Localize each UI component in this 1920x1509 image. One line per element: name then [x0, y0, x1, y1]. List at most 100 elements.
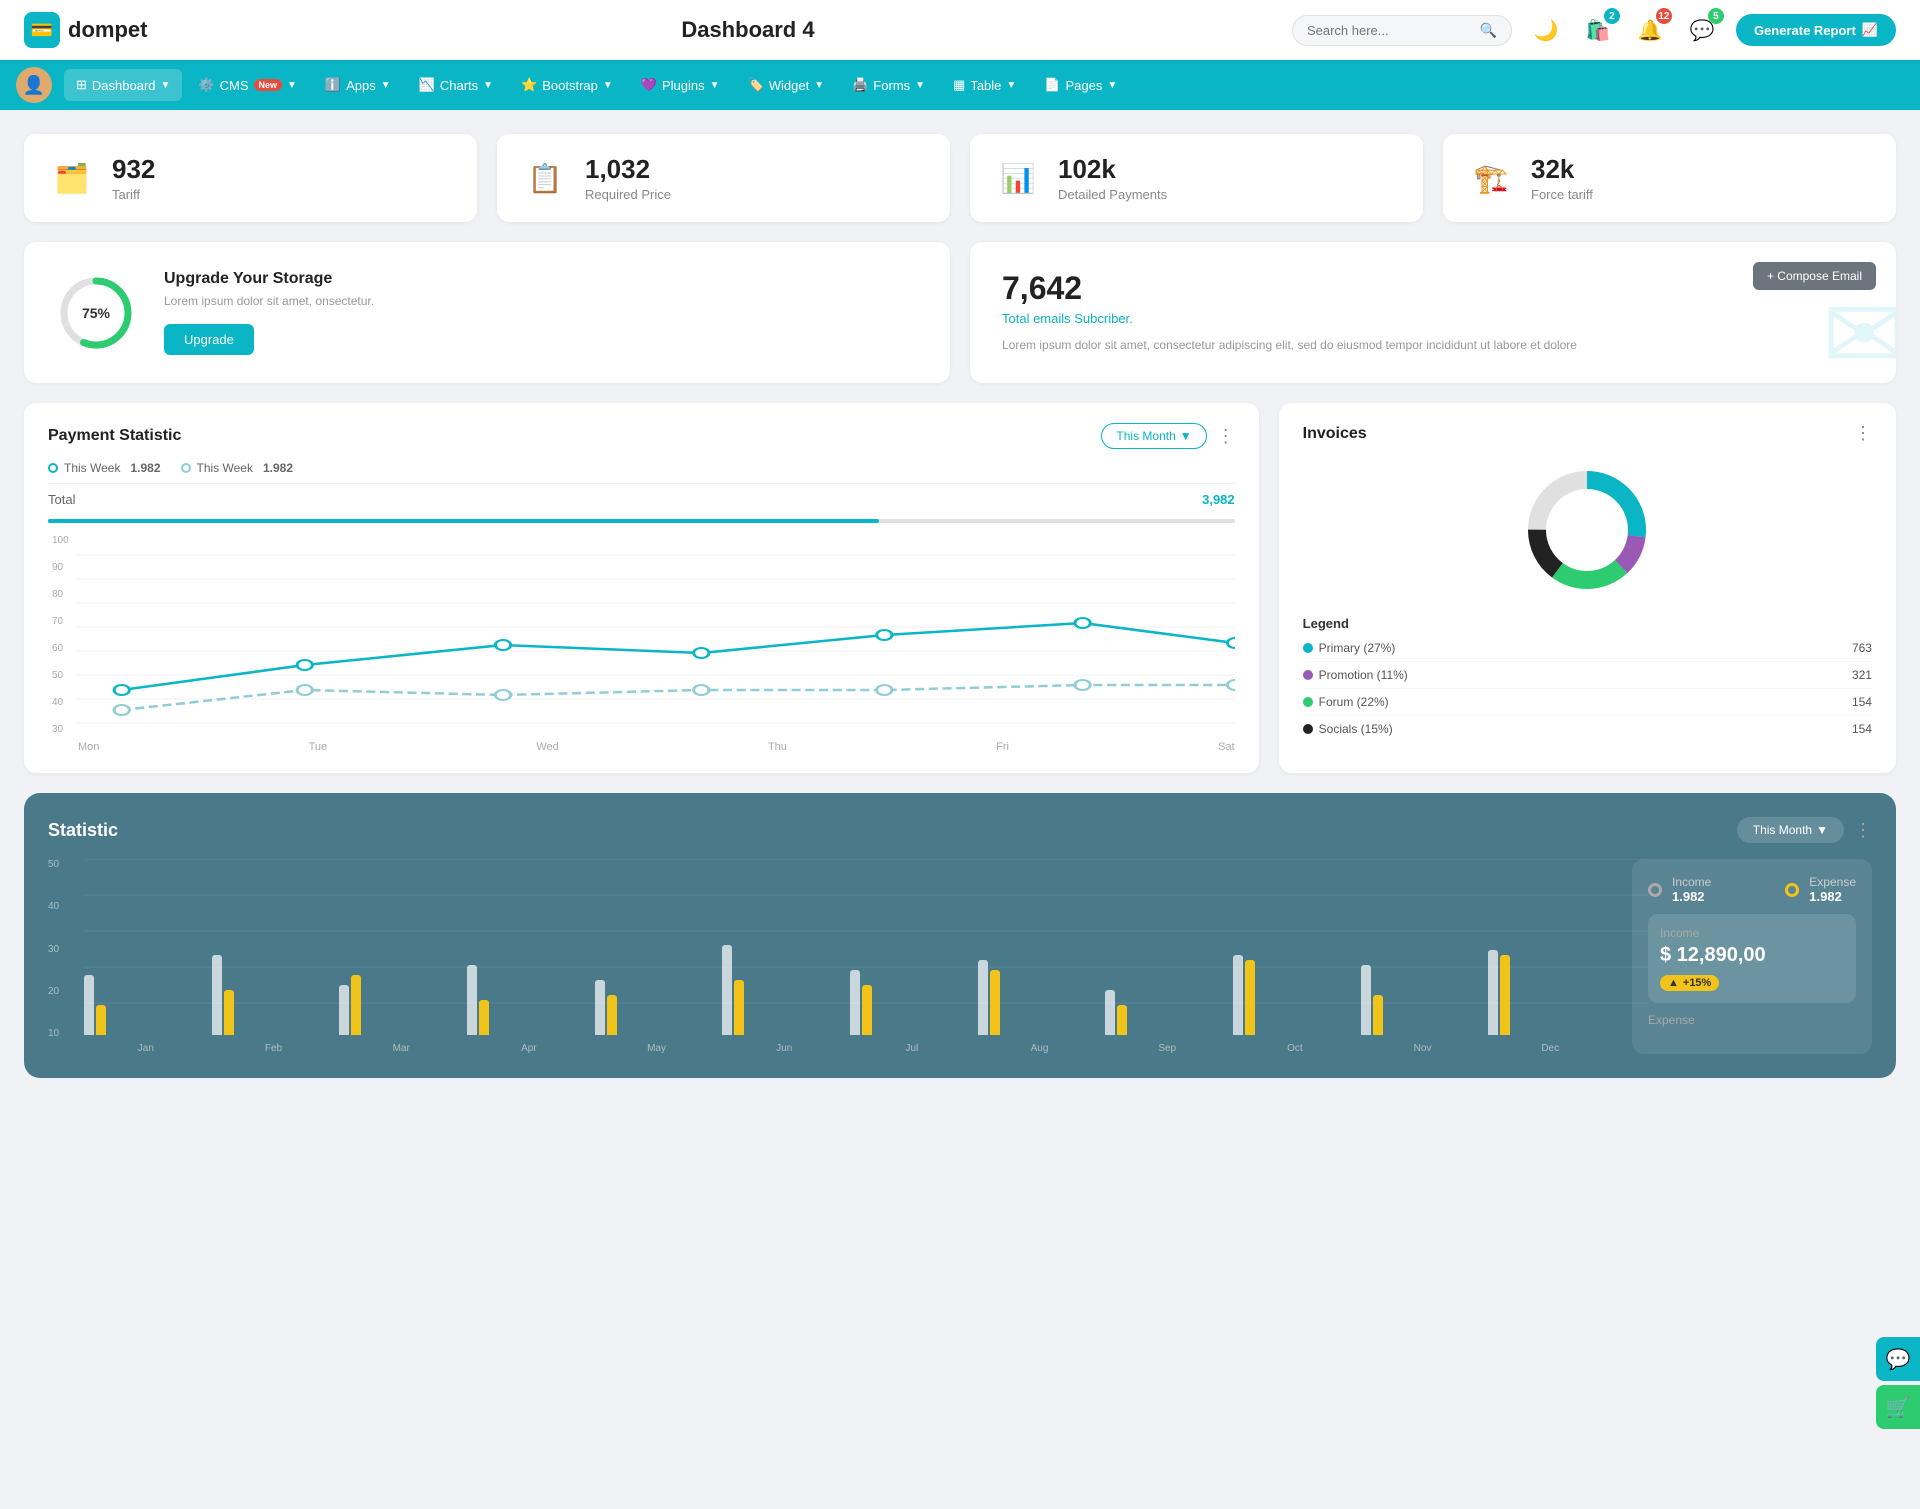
bar-group-6: [722, 945, 846, 1035]
email-count: 7,642: [1002, 270, 1864, 307]
income-change-badge: ▲ +15%: [1660, 975, 1719, 991]
bell-badge: 12: [1656, 8, 1672, 24]
charts-icon: 📉: [419, 77, 435, 93]
bar-group-12: [1488, 950, 1612, 1035]
chat-badge: 5: [1708, 8, 1724, 24]
chevron-down-icon: ▼: [161, 80, 171, 91]
total-row: Total 3,982: [48, 483, 1235, 515]
forum-color-dot: [1303, 697, 1313, 707]
compose-email-button[interactable]: + Compose Email: [1753, 262, 1876, 290]
detailed-payments-label: Detailed Payments: [1058, 187, 1167, 202]
bar-group-1: [84, 975, 208, 1035]
payment-chart-title: Payment Statistic: [48, 427, 181, 445]
sidebar-item-charts[interactable]: 📉 Charts ▼: [407, 69, 505, 101]
line-chart-svg: [76, 535, 1235, 735]
upgrade-button[interactable]: Upgrade: [164, 324, 254, 355]
sidebar-item-apps[interactable]: ℹ️ Apps ▼: [313, 69, 403, 101]
email-card: + Compose Email 7,642 Total emails Subcr…: [970, 242, 1896, 383]
required-price-value: 1,032: [585, 154, 671, 185]
invoices-header: Invoices ⋮: [1303, 423, 1872, 444]
storage-description: Lorem ipsum dolor sit amet, onsectetur.: [164, 294, 374, 308]
support-green-button[interactable]: 🛒: [1876, 1385, 1920, 1429]
sidebar-item-forms[interactable]: 🖨️ Forms ▼: [840, 69, 937, 101]
sidebar-item-plugins[interactable]: 💜 Plugins ▼: [629, 69, 732, 101]
bar-white: [722, 945, 732, 1035]
bar-group-7: [850, 970, 974, 1035]
chevron-down-icon: ▼: [710, 80, 720, 91]
this-month-filter-button[interactable]: This Month ▼: [1101, 423, 1206, 449]
statistic-controls: This Month ▼ ⋮: [1737, 817, 1872, 843]
sidebar-item-cms[interactable]: ⚙️ CMS New ▼: [186, 69, 309, 101]
legend-row-primary: Primary (27%) 763: [1303, 635, 1872, 662]
cart-btn[interactable]: 🛍️ 2: [1580, 12, 1616, 48]
invoices-more-icon[interactable]: ⋮: [1854, 423, 1872, 444]
stat-card-required-price: 📋 1,032 Required Price: [497, 134, 950, 222]
chevron-down-icon: ▼: [483, 80, 493, 91]
bar-yellow: [479, 1000, 489, 1035]
navbar: 👤 ⊞ Dashboard ▼ ⚙️ CMS New ▼ ℹ️ Apps ▼ 📉…: [0, 60, 1920, 110]
chevron-down-icon: ▼: [915, 80, 925, 91]
bar-white: [595, 980, 605, 1035]
dark-mode-btn[interactable]: 🌙: [1528, 12, 1564, 48]
statistic-month-filter-button[interactable]: This Month ▼: [1737, 817, 1844, 843]
bar-yellow: [734, 980, 744, 1035]
sidebar-item-table[interactable]: ▦ Table ▼: [941, 69, 1028, 101]
more-options-icon[interactable]: ⋮: [1217, 426, 1235, 447]
stat-cards-row: 🗂️ 932 Tariff 📋 1,032 Required Price 📊 1…: [24, 134, 1896, 222]
bar-white: [212, 955, 222, 1035]
income-detail-panel: Income $ 12,890,00 ▲ +15%: [1648, 914, 1856, 1003]
bell-btn[interactable]: 🔔 12: [1632, 12, 1668, 48]
bar-yellow: [990, 970, 1000, 1035]
statistic-chart-area: 5040302010: [48, 859, 1612, 1054]
bar-yellow: [1373, 995, 1383, 1035]
chevron-down-icon: ▼: [814, 80, 824, 91]
support-chat-button[interactable]: 💬: [1876, 1337, 1920, 1381]
pages-icon: 📄: [1044, 77, 1060, 93]
bar-group-2: [212, 955, 336, 1035]
invoices-card: Invoices ⋮ Legend: [1279, 403, 1896, 773]
search-input[interactable]: [1307, 23, 1474, 38]
invoices-title: Invoices: [1303, 425, 1367, 443]
payment-statistic-card: Payment Statistic This Month ▼ ⋮ This We…: [24, 403, 1259, 773]
bar-white: [84, 975, 94, 1035]
bootstrap-icon: ⭐: [521, 77, 537, 93]
header-right: 🔍 🌙 🛍️ 2 🔔 12 💬 5 Generate Report 📈: [1292, 12, 1896, 48]
chat-btn[interactable]: 💬 5: [1684, 12, 1720, 48]
chevron-down-icon: ▼: [287, 80, 297, 91]
generate-report-button[interactable]: Generate Report 📈: [1736, 14, 1896, 46]
storage-percent: 75%: [82, 305, 110, 321]
sidebar-item-bootstrap[interactable]: ⭐ Bootstrap ▼: [509, 69, 625, 101]
logo-text: dompet: [68, 17, 147, 43]
bar-group-4: [467, 965, 591, 1035]
bar-white: [1488, 950, 1498, 1035]
bar-group-3: [339, 975, 463, 1035]
donut-chart-svg: [1517, 460, 1657, 600]
statistic-more-icon[interactable]: ⋮: [1854, 820, 1872, 841]
bar-chart-area: [84, 859, 1612, 1039]
page-title: Dashboard 4: [204, 17, 1292, 43]
force-tariff-icon: 🏗️: [1467, 154, 1515, 202]
required-price-label: Required Price: [585, 187, 671, 202]
bar-yellow: [607, 995, 617, 1035]
statistic-grid: 5040302010: [48, 859, 1872, 1054]
bar-white: [339, 985, 349, 1035]
legend-dot-2: [181, 463, 191, 473]
charts-row: Payment Statistic This Month ▼ ⋮ This We…: [24, 403, 1896, 773]
up-arrow-icon: ▲: [1668, 977, 1679, 989]
sidebar-item-widget[interactable]: 🏷️ Widget ▼: [736, 69, 837, 101]
bar-yellow: [224, 990, 234, 1035]
bar-white: [978, 960, 988, 1035]
sidebar-item-dashboard[interactable]: ⊞ Dashboard ▼: [64, 69, 182, 101]
promotion-color-dot: [1303, 670, 1313, 680]
forms-icon: 🖨️: [852, 77, 868, 93]
force-tariff-value: 32k: [1531, 154, 1593, 185]
search-bar[interactable]: 🔍: [1292, 15, 1512, 46]
circle-progress: 75%: [56, 273, 136, 353]
chart-controls: This Month ▼ ⋮: [1101, 423, 1234, 449]
x-axis-labels: MonTueWedThuFriSat: [48, 741, 1235, 753]
required-price-info: 1,032 Required Price: [585, 154, 671, 202]
statistic-section: Statistic This Month ▼ ⋮ 5040302010: [24, 793, 1896, 1078]
legend-header: Legend: [1303, 616, 1872, 631]
header: 💳 dompet Dashboard 4 🔍 🌙 🛍️ 2 🔔 12 💬 5 G…: [0, 0, 1920, 60]
sidebar-item-pages[interactable]: 📄 Pages ▼: [1032, 69, 1129, 101]
